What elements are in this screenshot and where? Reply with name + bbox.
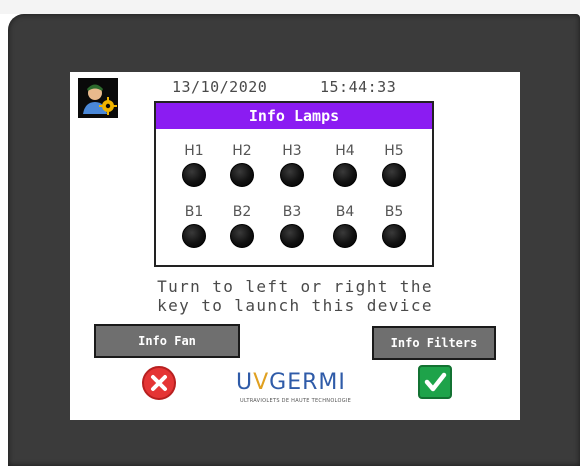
lamp-label: H5 (384, 143, 404, 159)
lamp-label: B1 (184, 204, 204, 220)
instruction-line-2: key to launch this device (157, 296, 433, 315)
lamp-indicator-icon (230, 163, 254, 187)
lamp-label: B5 (384, 204, 404, 220)
lamp-indicator-icon (280, 163, 304, 187)
lamp-b1: B1 (169, 204, 219, 248)
lamp-indicator-icon (280, 224, 304, 248)
lamp-b2: B2 (217, 204, 267, 248)
page-margin (0, 0, 580, 14)
lamp-b3: B3 (267, 204, 317, 248)
logo-brand: UVGERMI (236, 370, 346, 395)
time-display: 15:44:33 (320, 78, 397, 96)
lamp-indicator-icon (333, 224, 357, 248)
lamp-label: H3 (282, 143, 302, 159)
lamp-b5: B5 (369, 204, 419, 248)
info-fan-button[interactable]: Info Fan (94, 324, 240, 358)
lamp-label: B4 (335, 204, 355, 220)
lamp-indicator-icon (333, 163, 357, 187)
lamp-label: B3 (282, 204, 302, 220)
instruction-line-1: Turn to left or right the (157, 277, 433, 296)
lamp-indicator-icon (182, 224, 206, 248)
lamp-label: H1 (184, 143, 204, 159)
lamp-h3: H3 (267, 143, 317, 187)
lamp-indicator-icon (382, 163, 406, 187)
checkmark-icon[interactable] (418, 365, 452, 399)
user-settings-icon[interactable] (78, 78, 118, 118)
lamp-h4: H4 (320, 143, 370, 187)
lamp-label: B2 (232, 204, 252, 220)
info-lamps-panel: Info Lamps H1 H2 H3 H4 H5 B1 B2 B3 B4 B5 (154, 101, 434, 267)
lamp-h5: H5 (369, 143, 419, 187)
info-filters-button[interactable]: Info Filters (372, 326, 496, 360)
lamp-b4: B4 (320, 204, 370, 248)
logo-tagline: ULTRAVIOLETS DE HAUTE TECHNOLOGIE (240, 398, 352, 404)
cancel-x-icon[interactable] (142, 366, 176, 400)
info-lamps-title: Info Lamps (156, 103, 432, 129)
lamp-h1: H1 (169, 143, 219, 187)
uvgermi-logo: UVGERMI ULTRAVIOLETS DE HAUTE TECHNOLOGI… (236, 370, 356, 410)
lamp-h2: H2 (217, 143, 267, 187)
lamp-indicator-icon (382, 224, 406, 248)
lamp-indicator-icon (230, 224, 254, 248)
instruction-message: Turn to left or right the key to launch … (110, 277, 480, 315)
lamp-indicator-icon (182, 163, 206, 187)
date-display: 13/10/2020 (172, 78, 268, 96)
lamp-label: H2 (232, 143, 252, 159)
lamp-label: H4 (335, 143, 355, 159)
